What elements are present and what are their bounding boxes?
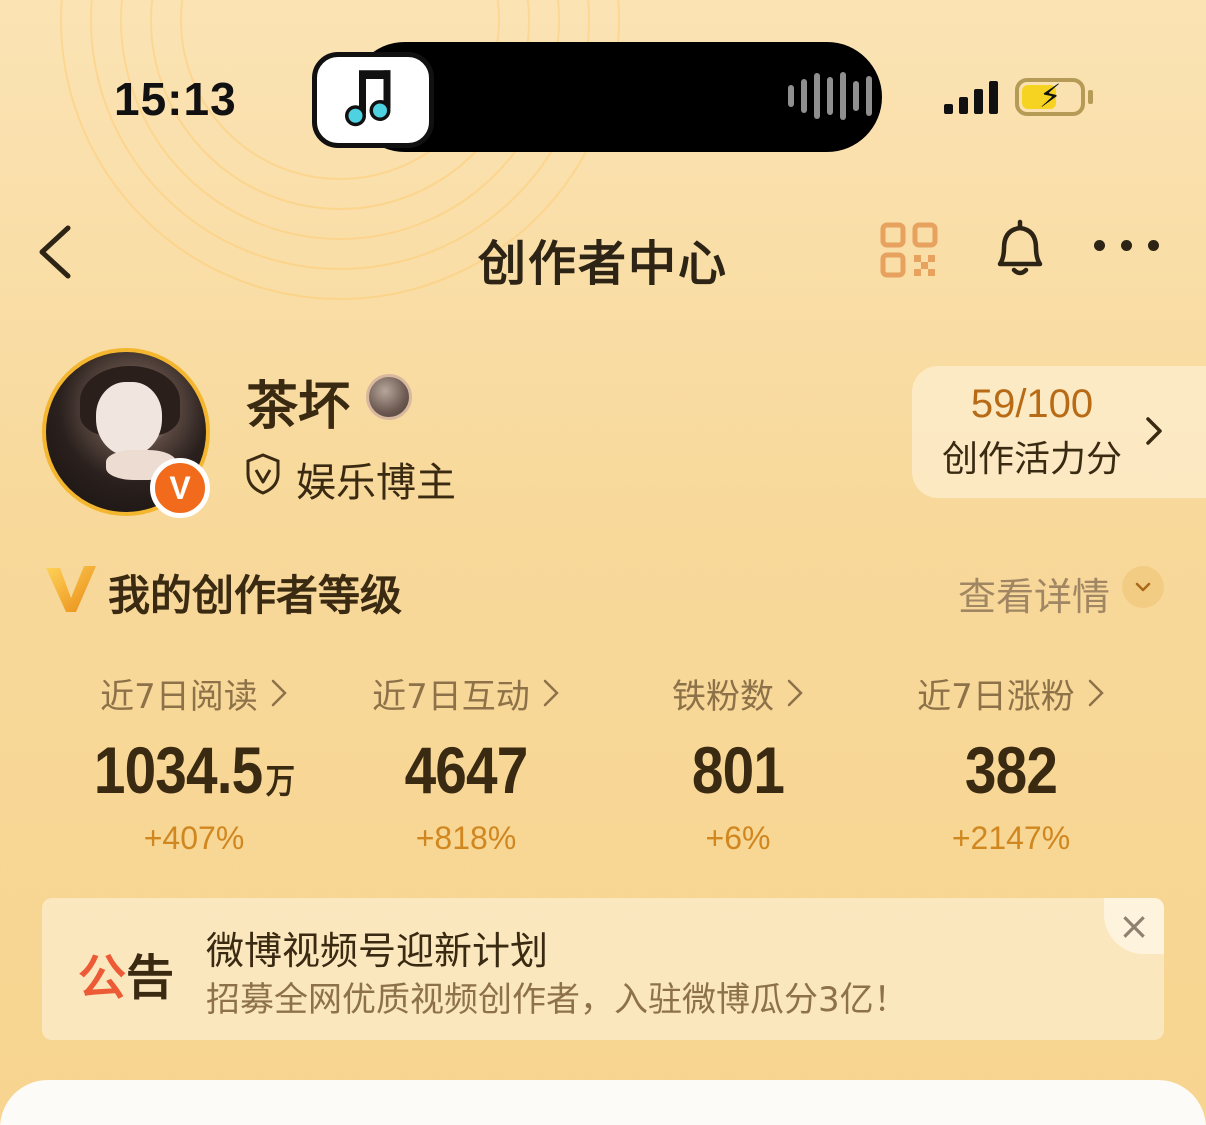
cellular-signal-icon [944, 80, 998, 114]
chevron-right-icon [271, 679, 287, 707]
stat-interactions[interactable]: 近7日互动 4647 +818% [330, 668, 602, 857]
activity-score-card[interactable]: 59/100 创作活力分 [912, 366, 1206, 498]
audio-wave-icon [788, 72, 872, 120]
role-label: 娱乐博主 [296, 460, 456, 506]
close-icon[interactable]: × [1104, 898, 1164, 954]
stat-label: 铁粉数 [672, 676, 774, 717]
username[interactable]: 茶坏 [246, 364, 350, 439]
stat-unit: 万 [265, 763, 295, 801]
chevron-right-icon [543, 679, 559, 707]
music-note-icon[interactable] [312, 52, 434, 148]
level-v-icon [46, 566, 96, 612]
stat-reads[interactable]: 近7日阅读 1034.5 万 +407% [58, 668, 330, 857]
creator-level-title: 我的创作者等级 [108, 571, 403, 620]
activity-score-value: 59/100 [970, 382, 1094, 426]
announcement-tag: 公告 [78, 938, 174, 1008]
stat-change: +6% [705, 820, 771, 856]
stat-label: 近7日涨粉 [917, 676, 1075, 717]
verified-badge: V [150, 458, 210, 518]
announcement-subtitle: 招募全网优质视频创作者，入驻微博瓜分3亿！ [206, 980, 908, 1020]
chevron-down-icon[interactable] [1122, 566, 1164, 608]
stat-value: 382 [964, 733, 1058, 807]
announcement-tag-first: 公 [78, 950, 127, 1006]
battery-tip [1088, 90, 1093, 104]
stat-label: 近7日互动 [372, 676, 530, 717]
stats-grid: 近7日阅读 1034.5 万 +407% 近7日互动 4647 +818% 铁粉数… [58, 668, 1148, 857]
stat-new-fans[interactable]: 近7日涨粉 382 +2147% [874, 668, 1148, 857]
stat-iron-fans[interactable]: 铁粉数 801 +6% [602, 668, 874, 857]
announcement-tag-second: 告 [126, 950, 175, 1006]
more-icon[interactable] [1094, 240, 1159, 251]
stat-change: +818% [415, 820, 517, 856]
qr-code-icon[interactable] [880, 222, 938, 278]
medal-icon[interactable] [366, 374, 412, 420]
content-card [0, 1080, 1206, 1125]
bell-icon[interactable] [990, 218, 1050, 280]
stat-value: 801 [691, 733, 785, 807]
view-details-link[interactable]: 查看详情 [958, 566, 1110, 621]
stat-change: +407% [143, 820, 245, 856]
stat-label: 近7日阅读 [100, 676, 258, 717]
chevron-right-icon [787, 679, 803, 707]
announcement-banner[interactable]: 公告 微博视频号迎新计划 招募全网优质视频创作者，入驻微博瓜分3亿！ × [42, 898, 1164, 1040]
activity-score-label: 创作活力分 [941, 439, 1122, 480]
announcement-title: 微博视频号迎新计划 [206, 929, 549, 973]
stat-change: +2147% [951, 820, 1071, 856]
stat-value: 1034.5 [93, 733, 263, 807]
stat-value: 4647 [404, 733, 529, 807]
chevron-right-icon [1088, 679, 1104, 707]
chevron-right-icon [1146, 417, 1162, 445]
status-time: 15:13 [114, 73, 237, 125]
battery-charging-icon: ⚡ [1015, 78, 1085, 116]
shield-v-icon [246, 453, 280, 495]
